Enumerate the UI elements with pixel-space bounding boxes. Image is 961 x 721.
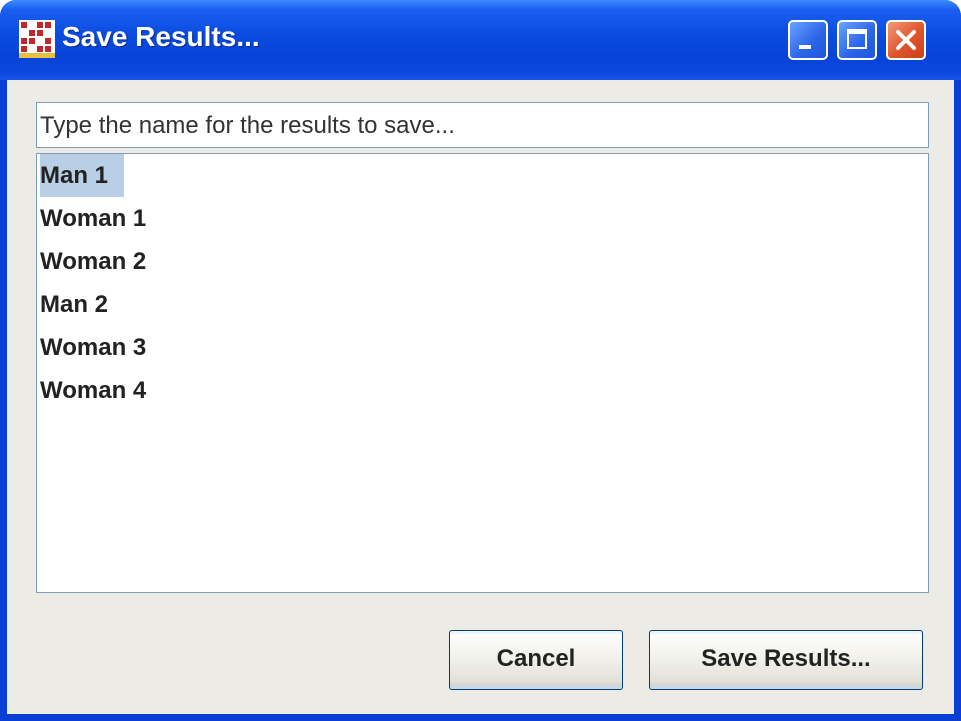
result-name-input[interactable]: Type the name for the results to save...: [36, 102, 929, 148]
minimize-button[interactable]: [788, 20, 828, 60]
list-item-label: Man 1: [40, 154, 125, 197]
list-item-label: Woman 2: [40, 248, 147, 275]
list-item[interactable]: Woman 1: [37, 197, 928, 240]
save-results-button[interactable]: Save Results...: [649, 630, 923, 690]
close-button[interactable]: [886, 20, 926, 60]
list-item[interactable]: Woman 2: [37, 240, 928, 283]
maximize-button[interactable]: [837, 20, 877, 60]
list-item-label: Woman 4: [40, 377, 147, 404]
close-icon: [896, 30, 916, 50]
dialog-body: Type the name for the results to save...…: [7, 80, 954, 714]
list-item[interactable]: Man 1: [37, 154, 928, 197]
list-item[interactable]: Woman 4: [37, 369, 928, 412]
minimize-icon: [799, 45, 811, 49]
cancel-button[interactable]: Cancel: [449, 630, 623, 690]
title-bar[interactable]: Save Results...: [0, 0, 961, 80]
results-list[interactable]: Man 1 Woman 1 Woman 2 Man 2 Woman 3 Woma…: [36, 153, 929, 593]
list-item-label: Woman 1: [40, 205, 147, 232]
list-item-label: Man 2: [40, 291, 109, 318]
list-item[interactable]: Man 2: [37, 283, 928, 326]
app-grid-icon[interactable]: [19, 20, 55, 58]
list-item[interactable]: Woman 3: [37, 326, 928, 369]
maximize-icon: [847, 29, 867, 49]
list-item-label: Woman 3: [40, 334, 147, 361]
window-title: Save Results...: [62, 21, 260, 52]
save-results-dialog: Save Results... Type the name for the re…: [0, 0, 961, 721]
